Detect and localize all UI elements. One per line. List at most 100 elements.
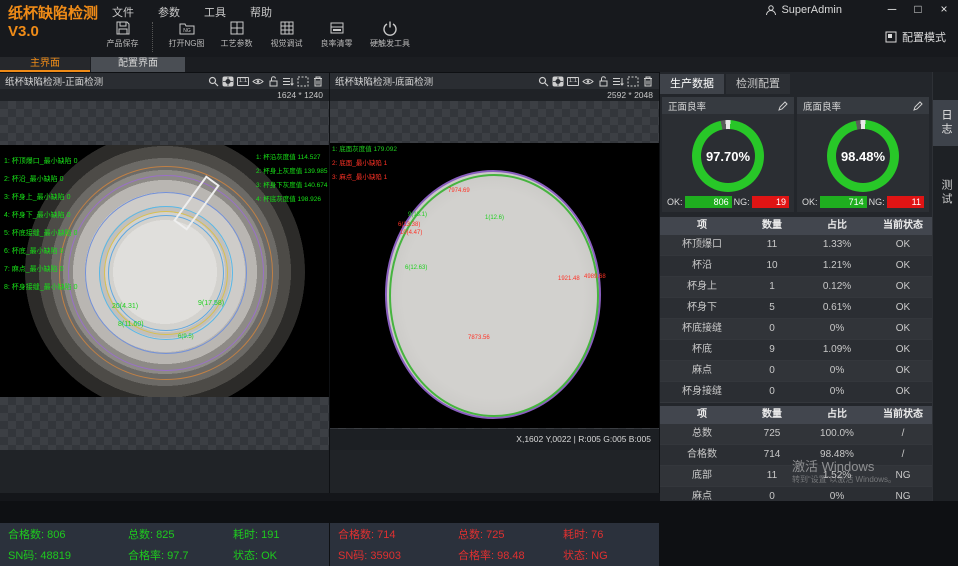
fit-view-icon[interactable]: [552, 75, 564, 87]
zoom-icon[interactable]: [537, 75, 549, 87]
ng-label: NG:: [869, 197, 885, 207]
bottom-stats-bar: 合格数: 714 总数: 725 耗时: 76 SN码: 35903 合格率: …: [330, 523, 659, 566]
stat-elapsed: 耗时: 191: [233, 526, 329, 542]
config-mode-button[interactable]: 配置模式: [885, 29, 946, 45]
close-button[interactable]: ×: [936, 2, 952, 16]
one-to-one-icon[interactable]: 1:1: [567, 75, 579, 87]
annotation: 8: 杯身接缝_最小缺陷 0: [4, 279, 78, 297]
user-account[interactable]: SuperAdmin: [765, 4, 842, 16]
vision-debug-label: 视觉调试: [271, 38, 303, 49]
photo-label: 8(11.60): [118, 321, 144, 328]
side-tab-log[interactable]: 日志: [933, 100, 958, 146]
tab-main-view[interactable]: 主界面: [0, 57, 90, 72]
front-panel-header: 纸杯缺陷检测-正面检测 1:1: [0, 73, 329, 89]
maximize-button[interactable]: □: [910, 2, 926, 16]
stat-elapsed: 耗时: 76: [563, 526, 659, 542]
eye-icon[interactable]: [582, 75, 594, 87]
edit-pencil-icon[interactable]: [778, 101, 788, 111]
bottom-panel-title: 纸杯缺陷检测-底面检测: [335, 74, 433, 88]
ok-count-bar: 714: [820, 196, 867, 208]
stat-total: 总数: 825: [128, 526, 233, 542]
delete-icon[interactable]: [642, 75, 654, 87]
edit-pencil-icon[interactable]: [913, 101, 923, 111]
delete-icon[interactable]: [312, 75, 324, 87]
toolbar: 产品保存 NG 打开NG图 工艺参数 视觉调试 良率清零 硬触发工具: [100, 20, 416, 52]
stat-pass-count: 合格数: 714: [338, 526, 458, 542]
defect-marker: 9(13.1): [408, 212, 427, 219]
photo-label: 9(17.58): [198, 300, 224, 307]
annotation: 3: 杯身上_最小缺陷 0: [4, 189, 78, 207]
annotation: 2: 杯沿_最小缺陷 0: [4, 171, 78, 189]
fit-view-icon[interactable]: [222, 75, 234, 87]
save-product-button[interactable]: 产品保存: [100, 20, 145, 49]
menu-tools[interactable]: 工具: [200, 3, 230, 21]
defect-marker: 7974.69: [448, 188, 470, 195]
tab-config-view[interactable]: 配置界面: [91, 57, 185, 72]
defect-marker: 6(13.38): [398, 222, 420, 229]
annotation: 6: 杯底_最小缺陷 0: [4, 243, 78, 261]
app-version: V3.0: [8, 23, 103, 41]
bottom-resolution: 2592 * 2048: [330, 89, 659, 101]
cup-bottom-green-ring: [389, 174, 599, 417]
defect-marker: 7873.56: [468, 335, 490, 342]
yield-cards: 正面良率 97.70% OK: 806 NG: 19 底面良率 98.48%: [662, 97, 929, 212]
table-row: 杯身上10.12%OK: [660, 277, 932, 298]
app-title: 纸杯缺陷检测 V3.0: [8, 5, 103, 41]
window-controls: ─ □ ×: [884, 2, 952, 16]
defect-marker: 1921.48: [558, 276, 580, 283]
sort-list-icon[interactable]: [612, 75, 624, 87]
tab-detection-config[interactable]: 检测配置: [726, 74, 790, 94]
annotation: 4: 杯身下_最小缺陷 0: [4, 207, 78, 225]
ok-label: OK:: [667, 197, 683, 207]
app-title-line1: 纸杯缺陷检测: [8, 5, 103, 23]
bottom-panel-header: 纸杯缺陷检测-底面检测 1:1: [330, 73, 659, 89]
minimize-button[interactable]: ─: [884, 2, 900, 16]
process-params-label: 工艺参数: [221, 38, 253, 49]
windows-activation-watermark: 激活 Windows: [792, 456, 874, 475]
stat-status: 状态: OK: [233, 547, 329, 563]
unlock-icon[interactable]: [267, 75, 279, 87]
yield-reset-button[interactable]: 良率清零: [314, 20, 359, 49]
bottom-inspection-panel: 纸杯缺陷检测-底面检测 1:1 2592 * 2048 1: 底面灰度值 179…: [330, 73, 659, 493]
eye-icon[interactable]: [252, 75, 264, 87]
menu-file[interactable]: 文件: [108, 3, 138, 21]
front-inspection-panel: 纸杯缺陷检测-正面检测 1:1 1624 * 1240 1: 杯顶爆口_最: [0, 73, 329, 493]
unlock-icon[interactable]: [597, 75, 609, 87]
zoom-icon[interactable]: [207, 75, 219, 87]
annotation: 1: 底面灰度值 179.092: [332, 143, 397, 157]
table-row: 杯身接缝00%OK: [660, 382, 932, 403]
annotation: 2: 杯身上灰度值 139.985: [256, 165, 328, 179]
defect-table-header: 项数量占比当前状态: [660, 217, 932, 235]
main-tab-bar: 主界面 配置界面: [0, 57, 958, 72]
vision-debug-button[interactable]: 视觉调试: [264, 20, 309, 49]
tab-production-data[interactable]: 生产数据: [660, 74, 724, 94]
one-to-one-icon[interactable]: 1:1: [237, 75, 249, 87]
annotation: 4: 杯底灰度值 198.926: [256, 193, 328, 207]
stat-pass-rate: 合格率: 97.7: [128, 547, 233, 563]
table-row: 总数725100.0%/: [660, 424, 932, 445]
ok-count-bar: 806: [685, 196, 732, 208]
process-params-button[interactable]: 工艺参数: [214, 20, 259, 49]
hard-trigger-button[interactable]: 硬触发工具: [364, 20, 416, 49]
open-ng-button[interactable]: NG 打开NG图: [164, 20, 209, 49]
sort-list-icon[interactable]: [282, 75, 294, 87]
defect-marker: 6(12.63): [405, 265, 427, 272]
front-image-viewport[interactable]: 1: 杯顶爆口_最小缺陷 0 2: 杯沿_最小缺陷 0 3: 杯身上_最小缺陷 …: [0, 101, 329, 450]
menu-help[interactable]: 帮助: [246, 3, 276, 21]
table-row: 杯底接缝00%OK: [660, 319, 932, 340]
roi-rect-icon[interactable]: [627, 75, 639, 87]
folder-ng-icon: NG: [179, 20, 195, 36]
table-row: 杯身下50.61%OK: [660, 298, 932, 319]
front-yield-card: 正面良率 97.70% OK: 806 NG: 19: [662, 97, 794, 212]
annotation: 7: 麻点_最小缺陷 0: [4, 261, 78, 279]
roi-rect-icon[interactable]: [297, 75, 309, 87]
bottom-image-viewport[interactable]: 1: 底面灰度值 179.092 2: 底面_最小缺陷 1 3: 麻点_最小缺陷…: [330, 101, 659, 450]
config-mode-label: 配置模式: [902, 29, 946, 45]
table-row: 杯底91.09%OK: [660, 340, 932, 361]
annotation: 1: 杯沿灰度值 114.527: [256, 151, 328, 165]
save-icon: [115, 20, 131, 36]
side-tab-test[interactable]: 测试: [933, 170, 958, 216]
menu-params[interactable]: 参数: [154, 3, 184, 21]
stat-status: 状态: NG: [563, 547, 659, 563]
ng-count-bar: 19: [752, 196, 789, 208]
